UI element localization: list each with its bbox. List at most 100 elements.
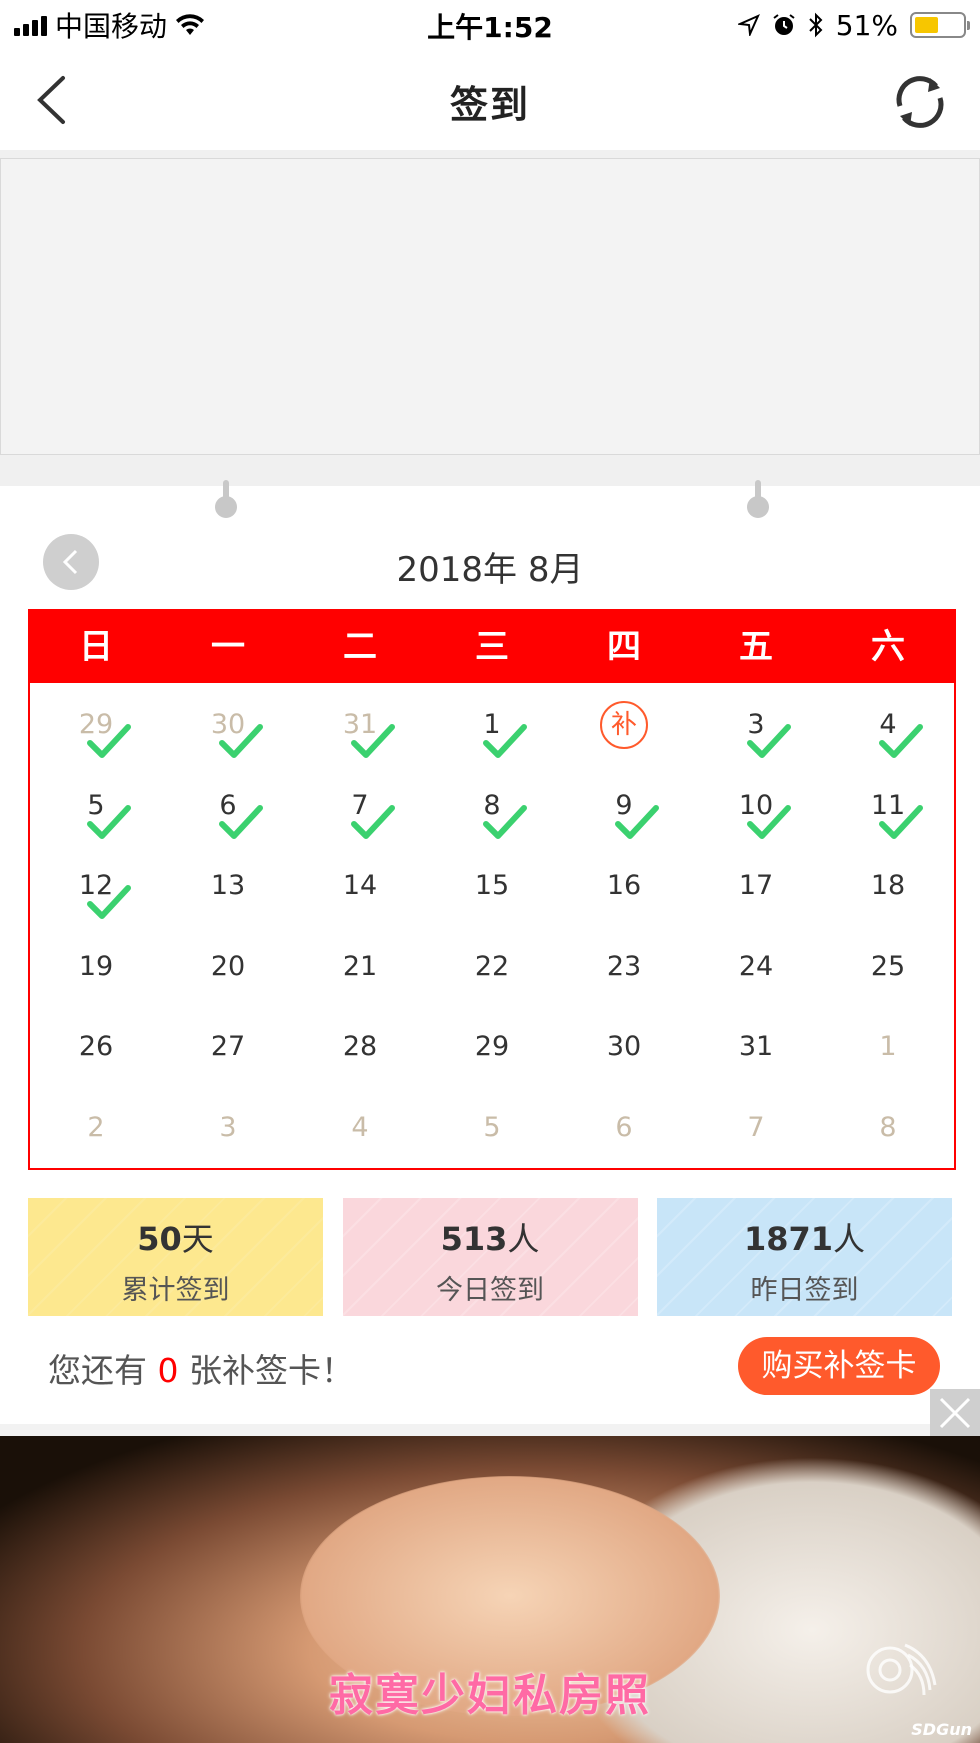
calendar-day[interactable]: 3 [690, 683, 822, 764]
calendar-day[interactable]: 29 [30, 683, 162, 764]
day-number: 13 [210, 870, 246, 901]
makeup-card-row: 您还有 0 张补签卡！ 购买补签卡 [0, 1332, 980, 1402]
calendar-day[interactable]: 5 [426, 1086, 558, 1167]
calendar-day[interactable]: 3 [162, 1086, 294, 1167]
day-number: 28 [342, 1031, 378, 1062]
weekday-label: 一 [211, 627, 245, 667]
checkmark-icon [350, 802, 396, 842]
day-number: 2 [87, 1111, 105, 1143]
makeup-stamp-icon[interactable]: 补 [600, 701, 648, 749]
calendar-day[interactable]: 7 [690, 1086, 822, 1167]
calendar-day[interactable]: 29 [426, 1005, 558, 1086]
calendar-day[interactable]: 9 [558, 764, 690, 845]
buy-makeup-card-button[interactable]: 购买补签卡 [738, 1337, 940, 1395]
stat-value: 50天 [137, 1220, 214, 1258]
calendar-day[interactable]: 17 [690, 844, 822, 925]
day-number: 16 [606, 870, 642, 901]
calendar-week-row: 19 20 21 22 23 24 25 [30, 925, 954, 1006]
section-divider [0, 1424, 980, 1436]
calendar-day[interactable]: 30 [162, 683, 294, 764]
calendar-day[interactable]: 1 [426, 683, 558, 764]
stat-total-days: 50天 累计签到 [28, 1198, 323, 1316]
stat-today: 513人 今日签到 [342, 1198, 638, 1316]
calendar-day[interactable]: 5 [30, 764, 162, 845]
calendar-day[interactable]: 23 [558, 925, 690, 1006]
day-number: 29 [474, 1031, 510, 1062]
calendar-day[interactable]: 12 [30, 844, 162, 925]
calendar-day[interactable]: 10 [690, 764, 822, 845]
day-number: 22 [474, 950, 510, 982]
calendar-day[interactable]: 4 [822, 683, 954, 764]
calendar-pin-left [215, 480, 237, 518]
day-number: 3 [219, 1111, 237, 1143]
calendar-week-row: 12 13 14 15 16 17 18 [30, 844, 954, 925]
day-number: 17 [738, 870, 774, 901]
refresh-icon[interactable] [888, 70, 952, 134]
calendar-day[interactable]: 1 [822, 1005, 954, 1086]
calendar-day[interactable]: 21 [294, 925, 426, 1006]
calendar-day[interactable]: 31 [294, 683, 426, 764]
calendar-day[interactable]: 14 [294, 844, 426, 925]
stat-label: 昨日签到 [750, 1275, 859, 1306]
checkmark-icon [614, 802, 660, 842]
checkmark-icon [86, 721, 132, 761]
calendar-week-row: 5 6 7 8 9 10 11 [30, 764, 954, 845]
calendar-day[interactable]: 11 [822, 764, 954, 845]
day-number: 8 [879, 1111, 897, 1143]
day-number: 30 [606, 1031, 642, 1062]
month-header: 2018年 8月 [0, 530, 980, 594]
calendar-day[interactable]: 8 [426, 764, 558, 845]
calendar-grid: 29 30 31 1 补 3 4 5 6 7 8 9 10 11 12 13 14 15 16 17 18 19 20 21 2… [30, 683, 954, 1166]
calendar-day[interactable]: 16 [558, 844, 690, 925]
checkmark-icon [878, 802, 924, 842]
banner-placeholder[interactable] [0, 158, 980, 455]
day-number: 5 [483, 1111, 501, 1143]
weekday-label: 三 [475, 627, 509, 667]
calendar-day[interactable]: 28 [294, 1005, 426, 1086]
weekday-label: 五 [739, 627, 773, 667]
ad-close-button[interactable] [930, 1389, 980, 1436]
calendar-day[interactable]: 30 [558, 1005, 690, 1086]
checkmark-icon [86, 802, 132, 842]
ad-banner[interactable]: 寂寞少妇私房照 SDGun [0, 1436, 980, 1743]
calendar-day[interactable]: 18 [822, 844, 954, 925]
calendar-day[interactable]: 7 [294, 764, 426, 845]
checkmark-icon [482, 721, 528, 761]
battery-fill [915, 17, 939, 33]
stat-label: 今日签到 [436, 1275, 544, 1306]
calendar-day[interactable]: 6 [162, 764, 294, 845]
calendar-day[interactable]: 6 [558, 1086, 690, 1167]
watermark-text: SDGun [911, 1720, 972, 1739]
calendar-day[interactable]: 20 [162, 925, 294, 1006]
checkmark-icon [218, 721, 264, 761]
calendar-day[interactable]: 19 [30, 925, 162, 1006]
day-number: 26 [78, 1031, 114, 1062]
day-number: 15 [474, 870, 510, 901]
location-icon [737, 14, 760, 36]
day-number: 6 [615, 1111, 633, 1143]
weekday-header: 日一二三四五六 [30, 611, 954, 683]
calendar-day[interactable]: 8 [822, 1086, 954, 1167]
calendar-pin-right [747, 480, 769, 518]
weekday-label: 六 [871, 627, 905, 667]
calendar-day[interactable]: 15 [426, 844, 558, 925]
calendar-day[interactable]: 补 [558, 683, 690, 764]
calendar-day[interactable]: 4 [294, 1086, 426, 1167]
calendar-day[interactable]: 26 [30, 1005, 162, 1086]
status-bar: 中国移动 上午1:52 51% [0, 0, 980, 50]
calendar-day[interactable]: 2 [30, 1086, 162, 1167]
weekday-label: 四 [607, 627, 641, 667]
calendar-day[interactable]: 22 [426, 925, 558, 1006]
checkmark-icon [746, 721, 792, 761]
checkmark-icon [218, 802, 264, 842]
page-title: 签到 [449, 83, 530, 127]
day-number: 27 [210, 1031, 246, 1062]
calendar-day[interactable]: 25 [822, 925, 954, 1006]
calendar-day[interactable]: 31 [690, 1005, 822, 1086]
day-number: 24 [738, 950, 774, 982]
calendar-day[interactable]: 27 [162, 1005, 294, 1086]
stat-label: 累计签到 [121, 1275, 230, 1306]
calendar-day[interactable]: 24 [690, 925, 822, 1006]
makeup-card-text: 您还有 0 张补签卡！ [48, 1351, 354, 1390]
calendar-day[interactable]: 13 [162, 844, 294, 925]
